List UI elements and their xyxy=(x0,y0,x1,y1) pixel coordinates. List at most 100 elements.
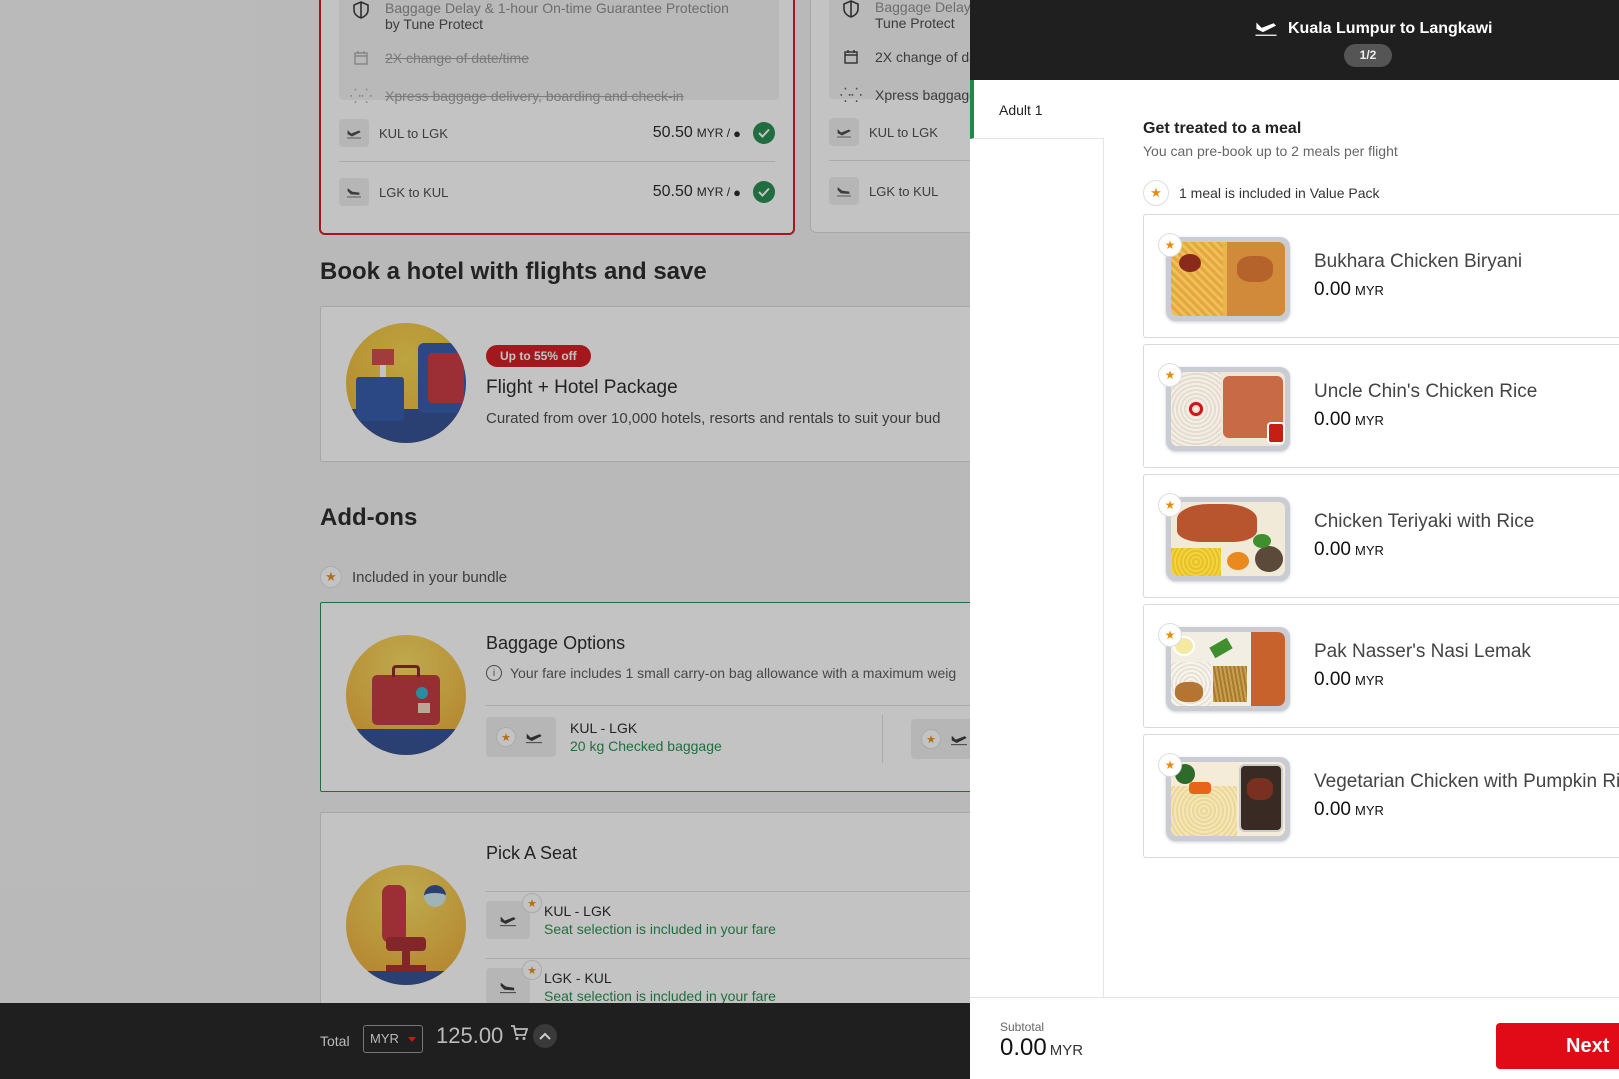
price-unit: MYR / xyxy=(696,126,731,140)
meal-image xyxy=(1166,627,1290,711)
shield-icon xyxy=(841,0,861,19)
subtotal-amount: 0.00 MYR xyxy=(1000,1034,1083,1062)
meal-name: Vegetarian Chicken with Pumpkin Ri xyxy=(1314,771,1619,792)
price-value: 50.50 xyxy=(652,183,693,200)
takeoff-icon: ★ xyxy=(486,893,542,939)
takeoff-icon xyxy=(829,118,859,146)
chevron-up-icon[interactable] xyxy=(533,1024,557,1048)
meal-price-value: 0.00 xyxy=(1314,279,1351,300)
next-button[interactable]: Next xyxy=(1496,1023,1619,1069)
meal-card-vegetarian[interactable]: ★ Vegetarian Chicken with Pumpkin Ri 0.0… xyxy=(1143,734,1619,858)
seat-row-lgk-kul[interactable]: ★ LGK - KUL Seat selection is included i… xyxy=(486,960,776,1006)
meal-price-value: 0.00 xyxy=(1314,669,1351,690)
takeoff-icon xyxy=(1254,16,1278,43)
baggage-allowance: 20 kg Checked baggage xyxy=(570,738,722,754)
discount-badge: Up to 55% off xyxy=(486,345,591,367)
landing-icon xyxy=(829,177,859,205)
total-bar: Total MYR 125.00 xyxy=(0,1003,970,1079)
baggage-options-card[interactable]: Baggage Options i Your fare includes 1 s… xyxy=(320,602,970,792)
included-meal-note: ★ 1 meal is included in Value Pack xyxy=(1143,180,1380,206)
xpress-text: Xpress baggage delivery, boarding and ch… xyxy=(385,88,684,104)
meal-currency: MYR xyxy=(1354,673,1384,688)
hotel-package-card[interactable]: Up to 55% off Flight + Hotel Package Cur… xyxy=(320,306,970,462)
drawer-title: Kuala Lumpur to Langkawi xyxy=(1288,20,1493,37)
calendar-icon xyxy=(841,47,861,67)
divider xyxy=(486,705,970,706)
calendar-icon xyxy=(351,48,371,68)
route-label: KUL to LGK xyxy=(379,125,448,141)
insurance-provider: by Tune Protect xyxy=(385,16,484,32)
insurance-feature: Baggage Delay Tune Protect xyxy=(841,0,970,31)
package-description: Curated from over 10,000 hotels, resorts… xyxy=(486,410,941,427)
addons-title: Add-ons xyxy=(320,504,418,531)
divider xyxy=(339,161,775,162)
person-icon: ● xyxy=(733,184,741,200)
currency-value: MYR xyxy=(370,1031,399,1046)
route-row-kul-lgk: KUL to LGK 50.50 MYR / ● xyxy=(339,105,775,161)
meal-price-value: 0.00 xyxy=(1314,799,1351,820)
meal-card-nasi-lemak[interactable]: ★ Pak Nasser's Nasi Lemak 0.00 MYR xyxy=(1143,604,1619,728)
total-label: Total xyxy=(320,1033,350,1049)
meal-card-biryani[interactable]: ★ Bukhara Chicken Biryani 0.00 MYR xyxy=(1143,214,1619,338)
price-value: 50.50 xyxy=(652,124,693,141)
insurance-feature: Baggage Delay & 1-hour On-time Guarantee… xyxy=(351,0,729,32)
person-icon: ● xyxy=(733,125,741,141)
change-text: 2X change of date/time xyxy=(385,50,529,66)
route-row-lgk-kul: LGK to KUL xyxy=(829,163,970,219)
star-icon: ★ xyxy=(921,729,941,749)
route-row-kul-lgk: KUL to LGK xyxy=(829,104,970,160)
bundle-note: ★ Included in your bundle xyxy=(320,566,507,588)
meal-card-chicken-rice[interactable]: ★ Uncle Chin's Chicken Rice 0.00 MYR xyxy=(1143,344,1619,468)
meal-name: Pak Nasser's Nasi Lemak xyxy=(1314,641,1531,662)
landing-icon: ★ xyxy=(486,960,542,1006)
seat-route-label: LGK - KUL xyxy=(544,970,612,986)
baggage-title: Baggage Options xyxy=(486,633,626,653)
meal-price: 0.00 MYR xyxy=(1314,279,1384,301)
hotel-section-title: Book a hotel with flights and save xyxy=(320,258,707,285)
meal-image xyxy=(1166,237,1290,321)
route-row-lgk-kul: LGK to KUL 50.50 MYR / ● xyxy=(339,164,775,220)
caret-down-icon xyxy=(408,1037,416,1042)
seat-illustration xyxy=(346,865,466,985)
seat-row-kul-lgk[interactable]: ★ KUL - LGK Seat selection is included i… xyxy=(486,893,776,939)
shield-icon xyxy=(351,0,371,20)
booking-page: Baggage Delay & 1-hour On-time Guarantee… xyxy=(0,0,970,1079)
subtotal-value: 0.00 xyxy=(1000,1034,1047,1061)
fare-card-alt[interactable]: Baggage Delay Tune Protect 2X change of … xyxy=(810,0,970,233)
star-icon: ★ xyxy=(1158,753,1182,777)
insurance-text: Baggage Delay xyxy=(875,0,970,15)
meal-price: 0.00 MYR xyxy=(1314,539,1384,561)
currency-select[interactable]: MYR xyxy=(363,1025,423,1053)
drawer-footer: Subtotal 0.00 MYR Next xyxy=(970,997,1619,1079)
suitcase-illustration xyxy=(346,635,466,755)
seat-status: Seat selection is included in your fare xyxy=(544,921,776,937)
baggage-route-label: KUL - LGK xyxy=(570,720,638,736)
meal-card-teriyaki[interactable]: ★ Chicken Teriyaki with Rice 0.00 MYR xyxy=(1143,474,1619,598)
meal-price: 0.00 MYR xyxy=(1314,409,1384,431)
takeoff-icon xyxy=(339,119,369,147)
change-feature: 2X change of da xyxy=(841,47,970,67)
meal-name: Uncle Chin's Chicken Rice xyxy=(1314,381,1538,402)
tab-adult-1[interactable]: Adult 1 xyxy=(970,80,1104,139)
meal-price: 0.00 MYR xyxy=(1314,799,1384,821)
star-icon: ★ xyxy=(522,893,542,913)
takeoff-icon: ★ xyxy=(486,717,556,757)
check-icon xyxy=(753,122,775,144)
cart-icon[interactable] xyxy=(510,1025,529,1046)
divider xyxy=(829,160,970,161)
fare-card-selected[interactable]: Baggage Delay & 1-hour On-time Guarantee… xyxy=(319,0,795,235)
meal-image xyxy=(1166,757,1290,841)
change-feature: 2X change of date/time xyxy=(351,48,529,68)
flight-counter: 1/2 xyxy=(1344,44,1392,67)
meal-image xyxy=(1166,367,1290,451)
meal-currency: MYR xyxy=(1354,803,1384,818)
xpress-feature: ⁛⁛ Xpress baggage xyxy=(840,85,970,105)
meal-currency: MYR xyxy=(1354,413,1384,428)
check-icon xyxy=(753,181,775,203)
baggage-info: i Your fare includes 1 small carry-on ba… xyxy=(486,665,956,681)
bundle-note-text: Included in your bundle xyxy=(352,568,508,586)
seat-route-label: KUL - LGK xyxy=(544,903,612,919)
star-icon: ★ xyxy=(522,960,542,980)
baggage-route-kul-lgk[interactable]: ★ KUL - LGK 20 kg Checked baggage xyxy=(486,717,722,757)
route-label: KUL to LGK xyxy=(869,124,938,140)
